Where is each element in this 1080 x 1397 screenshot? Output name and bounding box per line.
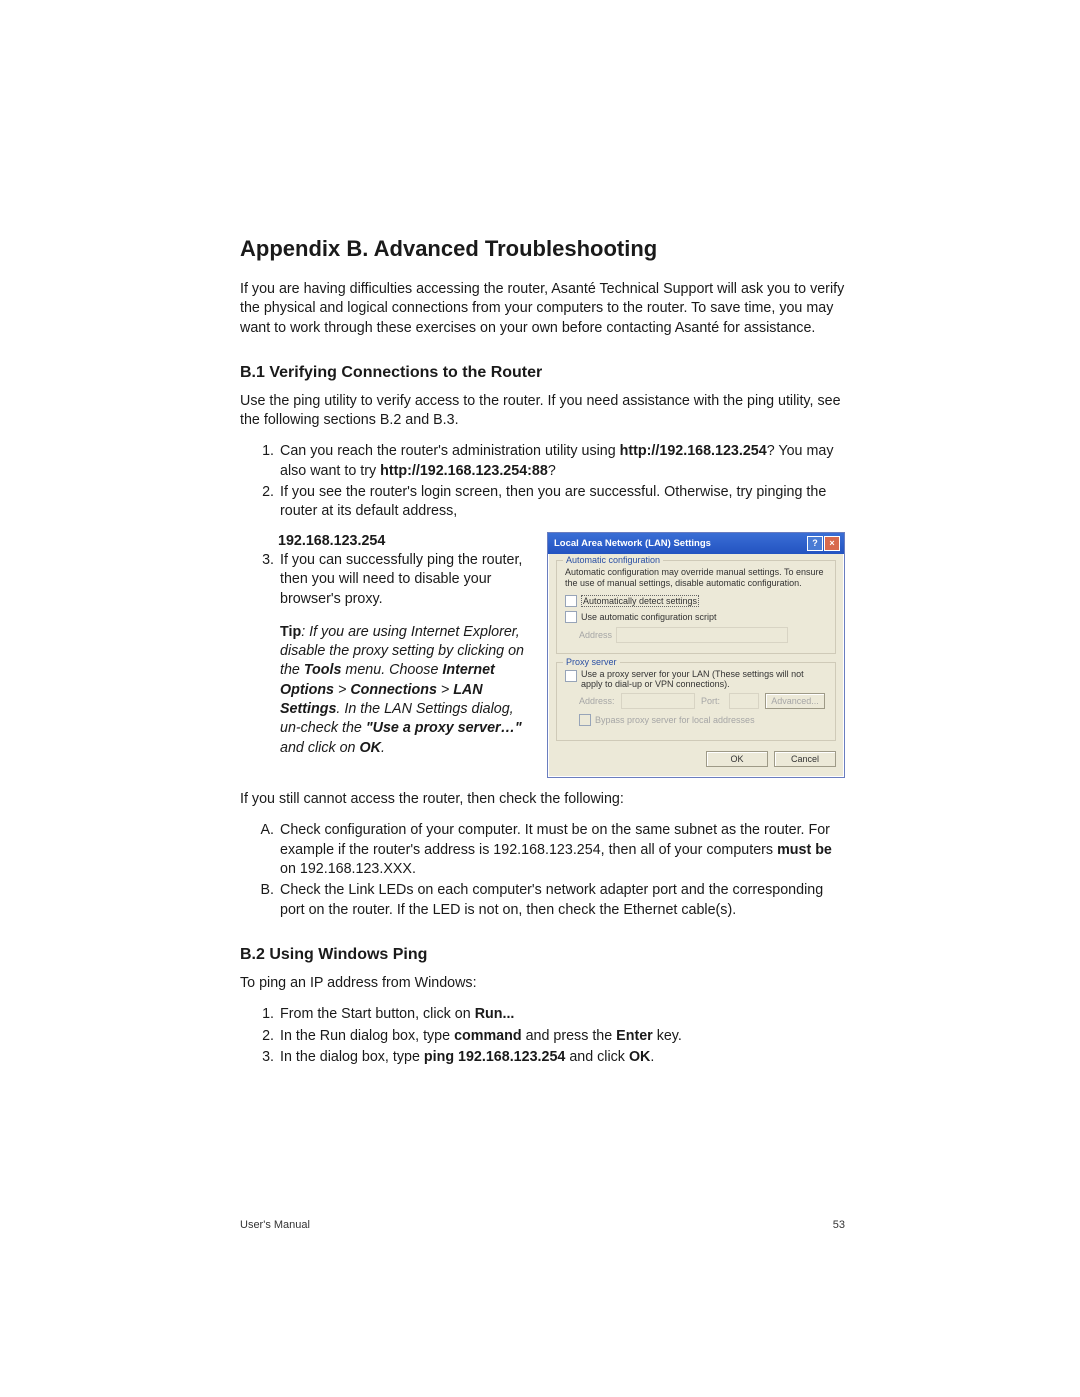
content-left-col: 192.168.123.254 If you can successfully … — [240, 532, 540, 758]
cancel-button[interactable]: Cancel — [774, 751, 836, 767]
auto-detect-checkbox[interactable] — [565, 595, 577, 607]
b1-item-1: Can you reach the router's administratio… — [278, 442, 845, 481]
auto-script-label: Use automatic configuration script — [581, 612, 717, 622]
close-icon[interactable]: × — [824, 536, 840, 551]
proxy-fieldset: Proxy server Use a proxy server for your… — [556, 662, 836, 741]
bypass-row: Bypass proxy server for local addresses — [579, 714, 827, 726]
script-address-row: Address — [579, 627, 827, 643]
appendix-heading: Appendix B. Advanced Troubleshooting — [240, 236, 845, 262]
page-content: Appendix B. Advanced Troubleshooting If … — [240, 236, 845, 1077]
ok-button[interactable]: OK — [706, 751, 768, 767]
b1-list: Can you reach the router's administratio… — [240, 442, 845, 521]
proxy-address-row: Address: Port: Advanced... — [579, 693, 827, 709]
b1-alpha-list: Check configuration of your computer. It… — [240, 821, 845, 919]
dialog-title: Local Area Network (LAN) Settings — [554, 538, 711, 549]
dialog-title-bar: Local Area Network (LAN) Settings ? × — [548, 533, 844, 554]
section-b1-title: B.1 Verifying Connections to the Router — [240, 364, 845, 382]
use-proxy-checkbox[interactable] — [565, 670, 577, 682]
bypass-checkbox — [579, 714, 591, 726]
b1-item-b: Check the Link LEDs on each computer's n… — [278, 881, 845, 920]
advanced-button: Advanced... — [765, 693, 825, 709]
use-proxy-row[interactable]: Use a proxy server for your LAN (These s… — [565, 669, 827, 689]
proxy-legend: Proxy server — [563, 657, 620, 667]
proxy-port-input — [729, 693, 759, 709]
b1-item-3: If you can successfully ping the router,… — [278, 551, 530, 609]
b1-item-2: If you see the router's login screen, th… — [278, 483, 845, 522]
auto-script-checkbox[interactable] — [565, 611, 577, 623]
b1-intro: Use the ping utility to verify access to… — [240, 392, 845, 431]
b1-item-a: Check configuration of your computer. It… — [278, 821, 845, 879]
footer-left: User's Manual — [240, 1219, 310, 1231]
proxy-address-input — [621, 693, 695, 709]
b2-item-2: In the Run dialog box, type command and … — [278, 1027, 845, 1046]
lan-settings-dialog: Local Area Network (LAN) Settings ? × Au… — [547, 532, 845, 779]
footer-page-number: 53 — [833, 1219, 845, 1231]
help-icon[interactable]: ? — [807, 536, 823, 551]
dialog-actions: OK Cancel — [556, 749, 836, 769]
auto-config-text: Automatic configuration may override man… — [565, 567, 827, 590]
auto-detect-row[interactable]: Automatically detect settings — [565, 595, 827, 607]
dialog-body: Automatic configuration Automatic config… — [548, 554, 844, 778]
script-address-input — [616, 627, 788, 643]
auto-detect-label: Automatically detect settings — [581, 595, 699, 607]
proxy-port-label: Port: — [701, 696, 723, 706]
script-address-label: Address — [579, 630, 612, 640]
b1-item-3-list: If you can successfully ping the router,… — [240, 551, 530, 609]
b2-list: From the Start button, click on Run... I… — [240, 1005, 845, 1067]
use-proxy-label: Use a proxy server for your LAN (These s… — [581, 669, 827, 689]
auto-script-row[interactable]: Use automatic configuration script — [565, 611, 827, 623]
b2-item-3: In the dialog box, type ping 192.168.123… — [278, 1048, 845, 1067]
default-address: 192.168.123.254 — [278, 533, 385, 549]
auto-config-legend: Automatic configuration — [563, 555, 663, 565]
page-footer: User's Manual 53 — [240, 1219, 845, 1231]
content-row: 192.168.123.254 If you can successfully … — [240, 532, 845, 779]
section-b2-title: B.2 Using Windows Ping — [240, 946, 845, 964]
tip-block: Tip: If you are using Internet Explorer,… — [280, 623, 530, 758]
proxy-address-label: Address: — [579, 696, 615, 706]
b2-intro: To ping an IP address from Windows: — [240, 974, 845, 993]
intro-paragraph: If you are having difficulties accessing… — [240, 280, 845, 338]
b2-item-1: From the Start button, click on Run... — [278, 1005, 845, 1024]
after-tip-paragraph: If you still cannot access the router, t… — [240, 790, 845, 809]
auto-config-fieldset: Automatic configuration Automatic config… — [556, 560, 836, 655]
bypass-label: Bypass proxy server for local addresses — [595, 715, 755, 725]
